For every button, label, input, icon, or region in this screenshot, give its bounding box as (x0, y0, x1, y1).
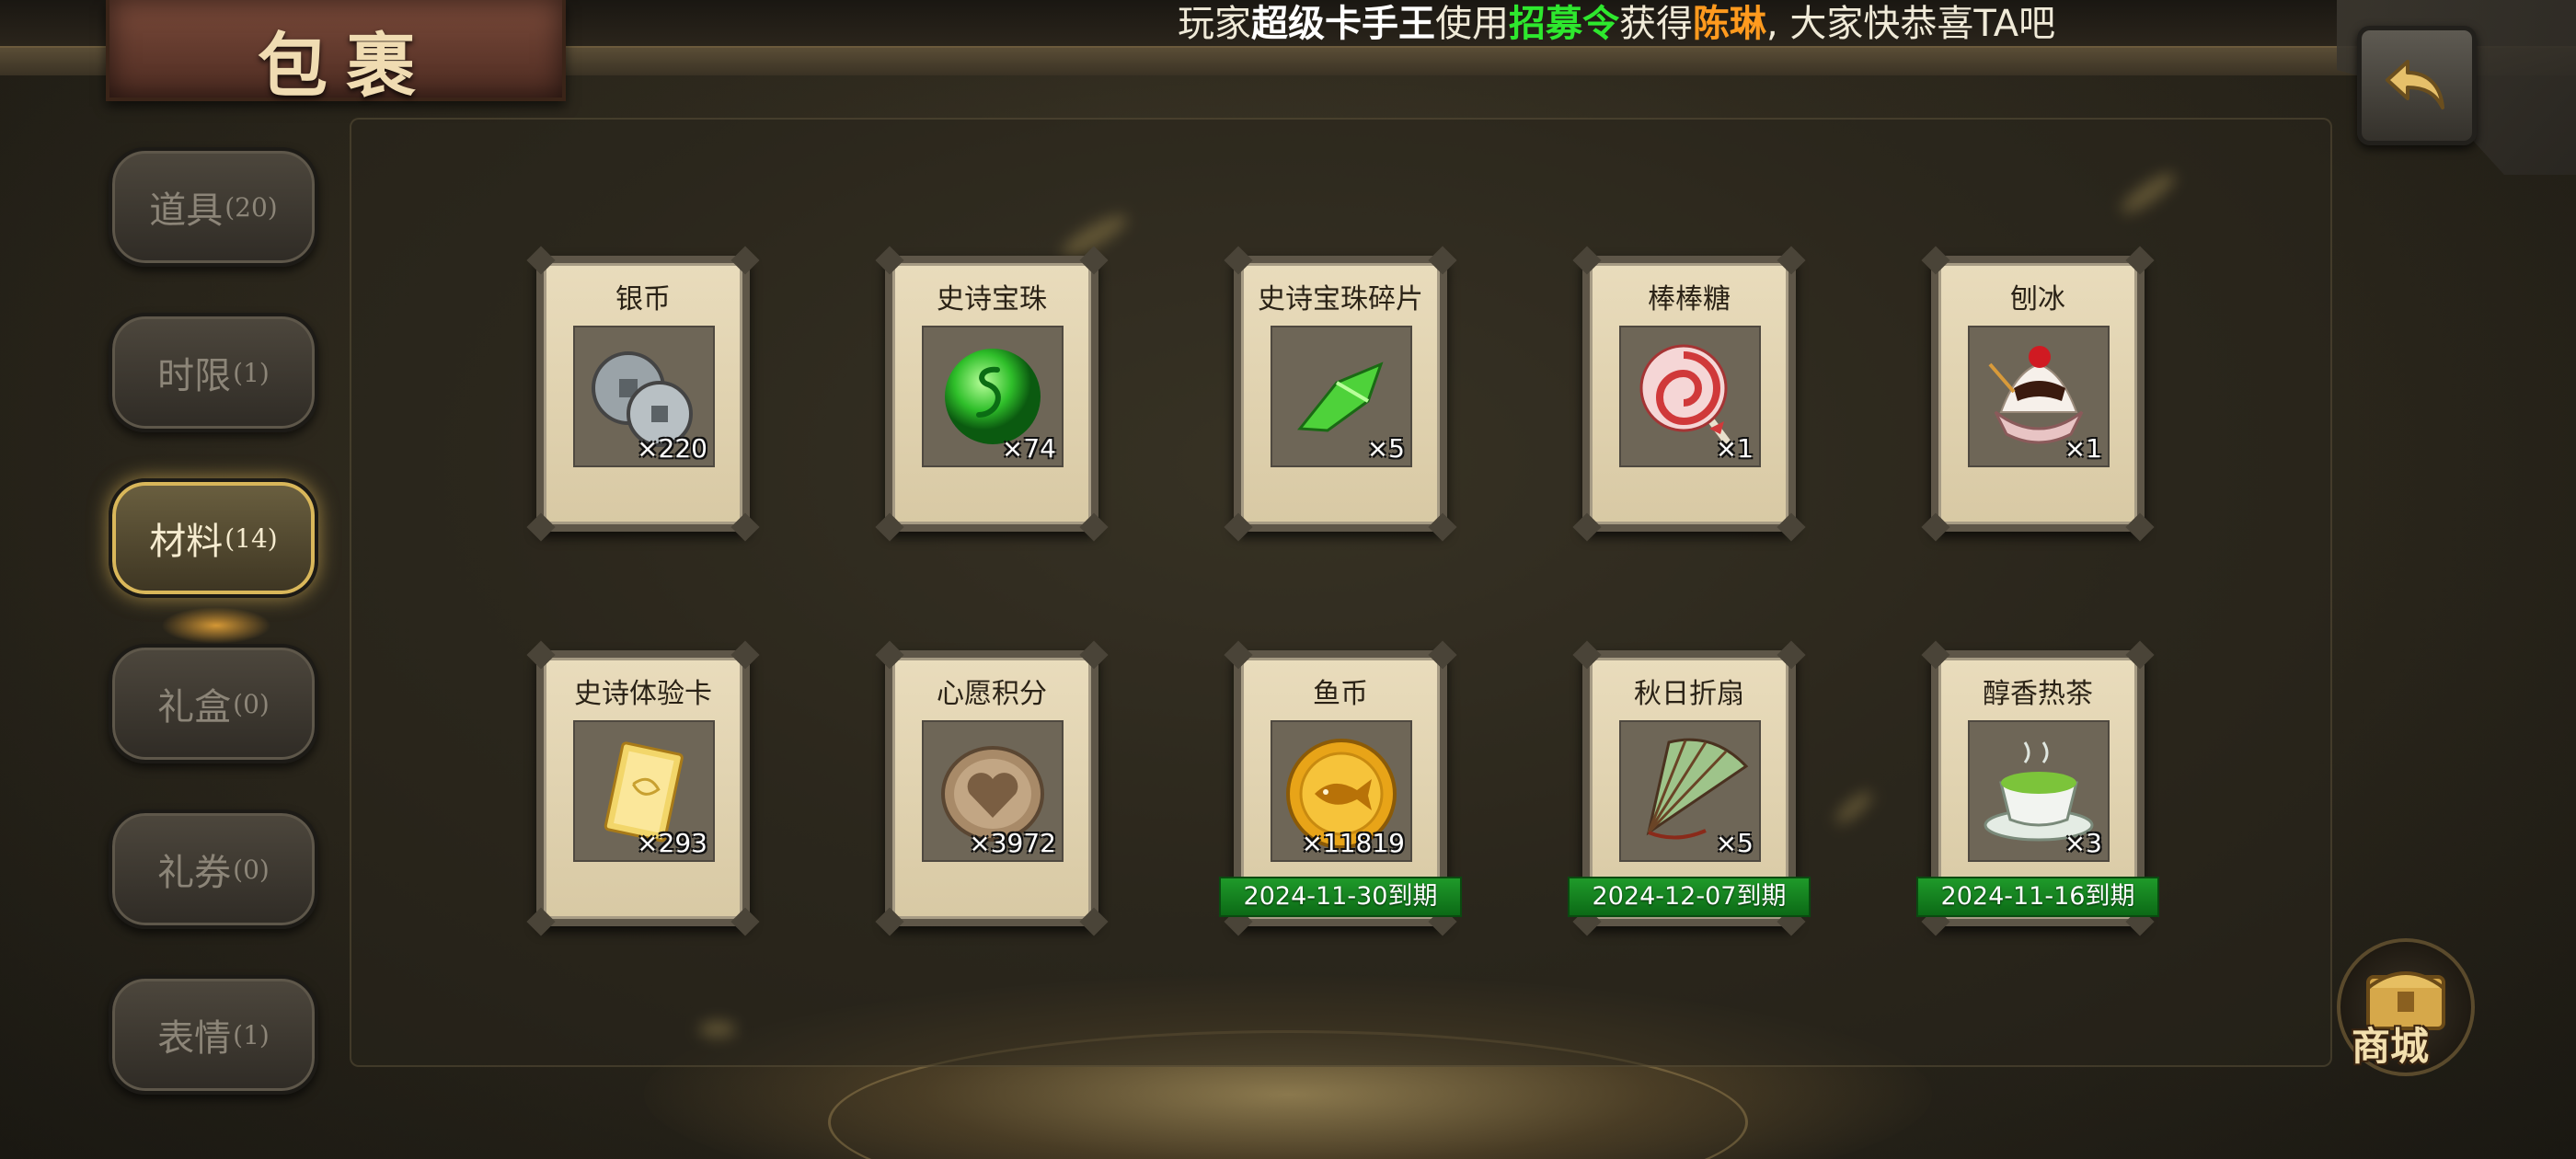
expiry-badge: 2024-11-16到期 (1916, 877, 2159, 917)
item-name: 秋日折扇 (1634, 678, 1744, 710)
item-quantity: ×220 (637, 433, 707, 464)
tab-count: (1) (233, 1019, 270, 1050)
item-quantity: ×293 (637, 828, 707, 858)
tab-label: 时限 (157, 355, 232, 397)
item-icon-slot: ×11819 (1271, 720, 1412, 862)
item-card-hot-tea[interactable]: 醇香热茶 ×3 2024-11-16到期 (1916, 640, 2159, 936)
tab-count: (0) (233, 688, 270, 719)
expiry-badge: 2024-11-30到期 (1219, 877, 1462, 917)
item-icon-slot: ×3 (1968, 720, 2110, 862)
item-name: 棒棒糖 (1648, 283, 1731, 316)
item-icon-slot: ×74 (922, 326, 1064, 467)
tab-count: (20) (224, 191, 278, 223)
item-name: 心愿积分 (937, 678, 1047, 710)
item-quantity: ×3972 (969, 828, 1056, 858)
item-card-lollipop[interactable]: 棒棒糖 ×1 (1572, 246, 1806, 542)
tab-label: 礼盒 (157, 686, 232, 729)
broadcast-verb: 使用 (1435, 3, 1509, 45)
shop-label: 商城 (2352, 1024, 2430, 1069)
item-quantity: ×1 (2064, 433, 2102, 464)
back-button[interactable] (2357, 26, 2477, 145)
broadcast-suffix: , 大家快恭喜TA吧 (1766, 3, 2056, 45)
item-name: 史诗体验卡 (574, 678, 712, 710)
tab-label: 道具 (149, 189, 224, 232)
back-arrow-icon (2386, 60, 2444, 109)
item-quantity: ×5 (1715, 828, 1754, 858)
expiry-badge: 2024-12-07到期 (1568, 877, 1811, 917)
tab-count: (0) (233, 854, 270, 885)
broadcast-item: 招募令 (1509, 3, 1619, 45)
broadcast-prefix: 玩家 (1178, 3, 1251, 45)
tab-label: 表情 (157, 1017, 232, 1060)
broadcast-message: 玩家超级卡手王使用招募令获得陈琳, 大家快恭喜TA吧 (1178, 2, 2055, 46)
item-icon-slot: ×220 (573, 326, 715, 467)
item-name: 鱼币 (1313, 678, 1368, 710)
broadcast-got: 获得 (1619, 3, 1693, 45)
item-card-epic-orb[interactable]: 史诗宝珠 ×74 (875, 246, 1109, 542)
item-name: 醇香热茶 (1983, 678, 2093, 710)
item-name: 银币 (615, 283, 671, 316)
item-card-shaved-ice[interactable]: 刨冰 ×1 (1921, 246, 2155, 542)
item-card-experience-card[interactable]: 史诗体验卡 ×293 (526, 640, 760, 936)
tab-count: (14) (224, 522, 278, 554)
item-quantity: ×3 (2064, 828, 2102, 858)
item-quantity: ×11819 (1301, 828, 1405, 858)
tab-items[interactable]: 道具 (20) (109, 147, 318, 267)
item-icon-slot: ×5 (1271, 326, 1412, 467)
item-icon-slot: ×293 (573, 720, 715, 862)
item-name: 刨冰 (2010, 283, 2065, 316)
item-quantity: ×74 (1001, 433, 1056, 464)
tab-vouchers[interactable]: 礼券 (0) (109, 809, 318, 929)
item-icon-slot: ×1 (1619, 326, 1761, 467)
item-quantity: ×1 (1715, 433, 1754, 464)
item-quantity: ×5 (1366, 433, 1405, 464)
tab-emotes[interactable]: 表情 (1) (109, 975, 318, 1095)
tab-label: 礼券 (157, 852, 232, 894)
page-title: 包裹 (258, 25, 434, 107)
item-card-silver-coin[interactable]: 银币 ×220 (526, 246, 760, 542)
broadcast-reward: 陈琳 (1693, 3, 1766, 45)
tab-materials[interactable]: 材料 (14) (109, 478, 318, 598)
item-icon-slot: ×1 (1968, 326, 2110, 467)
item-icon-slot: ×5 (1619, 720, 1761, 862)
item-card-heart-coin[interactable]: 心愿积分 ×3972 (875, 640, 1109, 936)
active-tab-glow (161, 607, 271, 644)
item-icon-slot: ×3972 (922, 720, 1064, 862)
tab-timed[interactable]: 时限 (1) (109, 313, 318, 432)
item-card-fish-coin[interactable]: 鱼币 ×11819 2024-11-30到期 (1219, 640, 1462, 936)
tab-count: (1) (233, 357, 270, 388)
tab-gift-boxes[interactable]: 礼盒 (0) (109, 644, 318, 763)
item-name: 史诗宝珠 (937, 283, 1047, 316)
item-name: 史诗宝珠碎片 (1258, 283, 1423, 316)
item-card-folding-fan[interactable]: 秋日折扇 ×5 2024-12-07到期 (1568, 640, 1811, 936)
tab-label: 材料 (149, 521, 224, 563)
item-card-orb-shard[interactable]: 史诗宝珠碎片 ×5 (1224, 246, 1457, 542)
broadcast-player: 超级卡手王 (1251, 3, 1435, 45)
